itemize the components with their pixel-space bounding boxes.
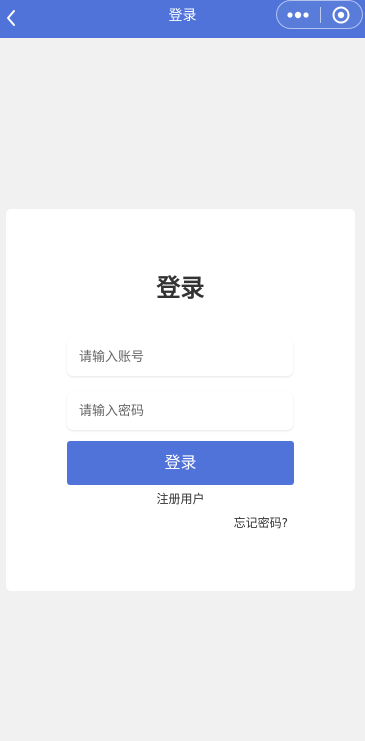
close-mini-program-button[interactable] — [320, 1, 362, 28]
more-dots-icon — [287, 11, 309, 18]
login-card: 登录 登录 注册用户 忘记密码? — [6, 209, 355, 591]
forgot-password-link[interactable]: 忘记密码? — [234, 515, 288, 532]
login-heading: 登录 — [156, 274, 205, 302]
password-field — [67, 392, 293, 430]
target-close-icon — [332, 6, 350, 23]
nav-bar: 登录 — [0, 0, 365, 38]
password-input[interactable] — [67, 392, 293, 430]
login-button[interactable]: 登录 — [67, 441, 294, 485]
account-field — [67, 338, 293, 376]
more-button[interactable] — [277, 1, 320, 28]
capsule-menu — [276, 0, 363, 29]
register-link[interactable]: 注册用户 — [6, 491, 355, 508]
account-input[interactable] — [67, 338, 293, 376]
